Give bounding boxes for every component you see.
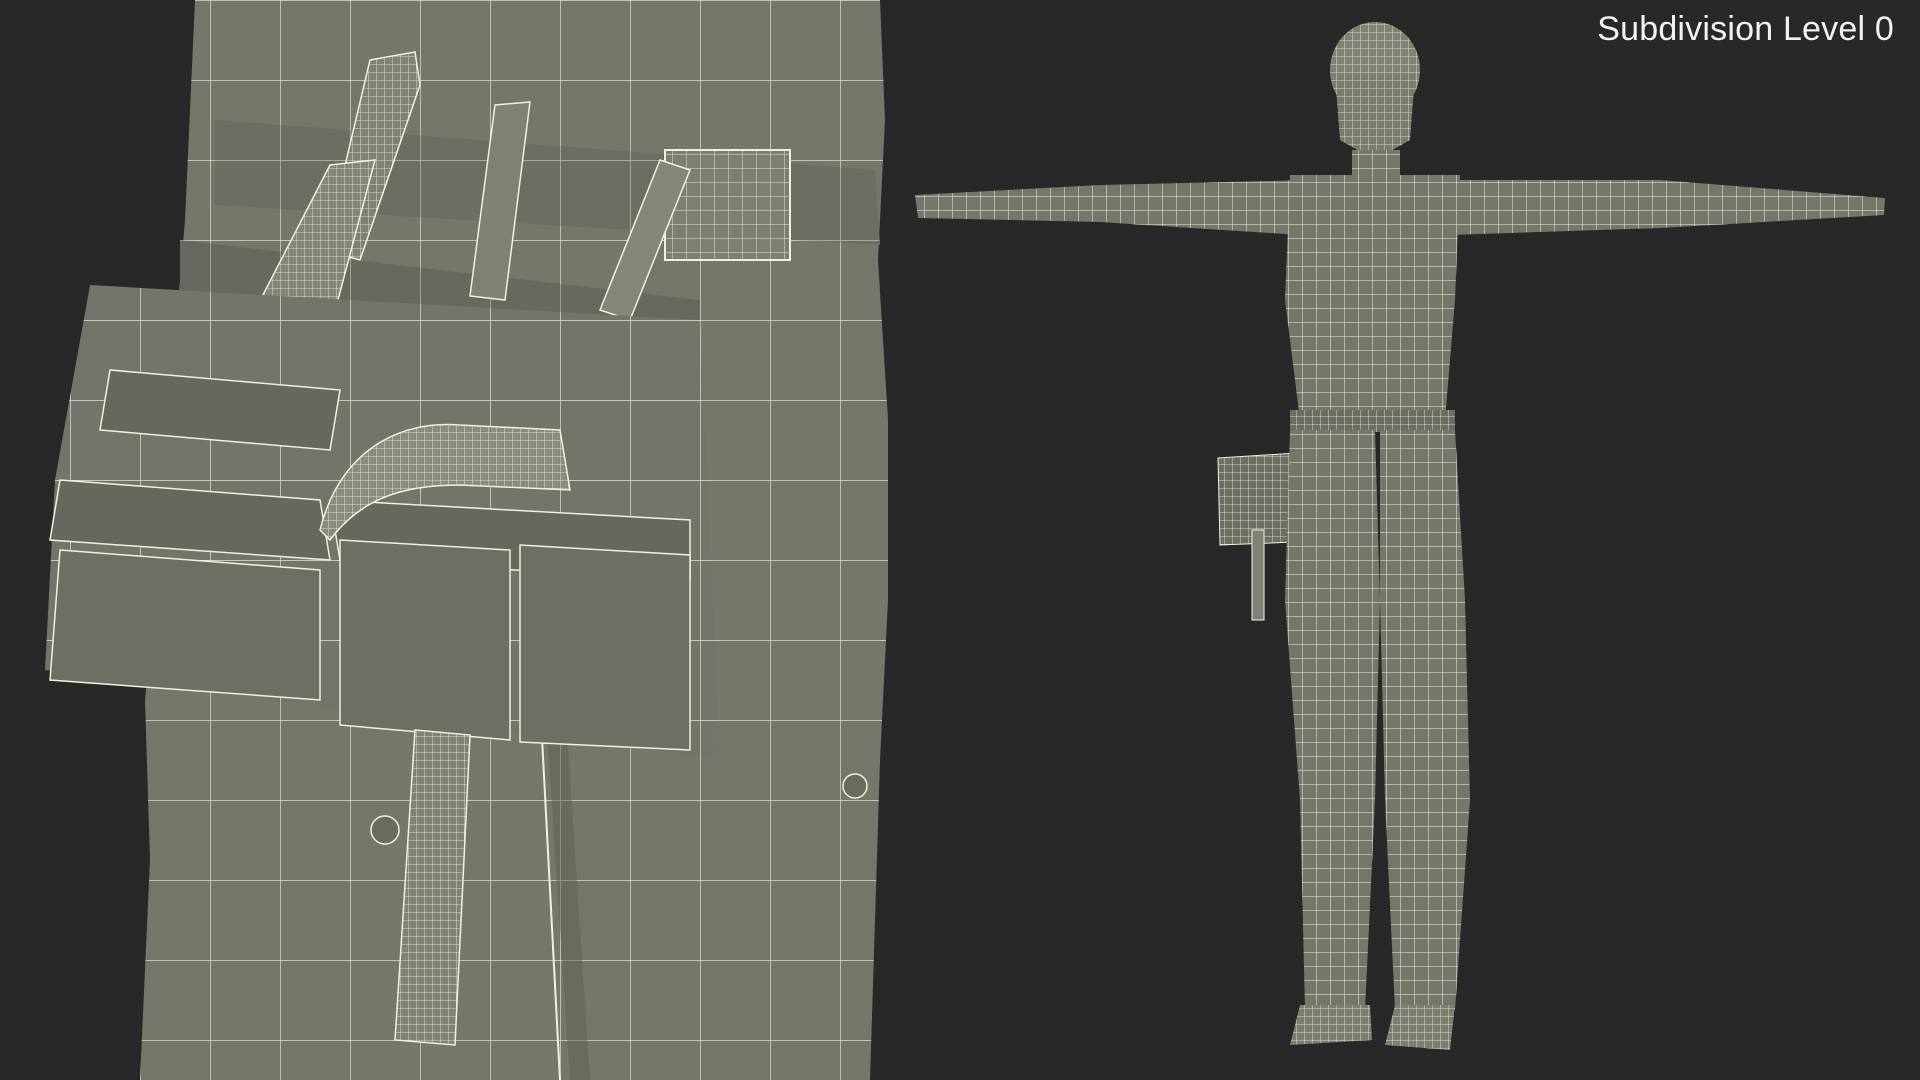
rivet bbox=[370, 815, 400, 845]
closeup-view bbox=[45, 0, 888, 1080]
fullbody-view bbox=[915, 22, 1885, 1050]
wireframe-render bbox=[45, 0, 1885, 1080]
rivet bbox=[842, 773, 868, 799]
figure-hammer-handle bbox=[1251, 529, 1265, 621]
subdivision-level-label: Subdivision Level 0 bbox=[1597, 10, 1894, 48]
render-viewport: Subdivision Level 0 bbox=[0, 0, 1920, 1080]
